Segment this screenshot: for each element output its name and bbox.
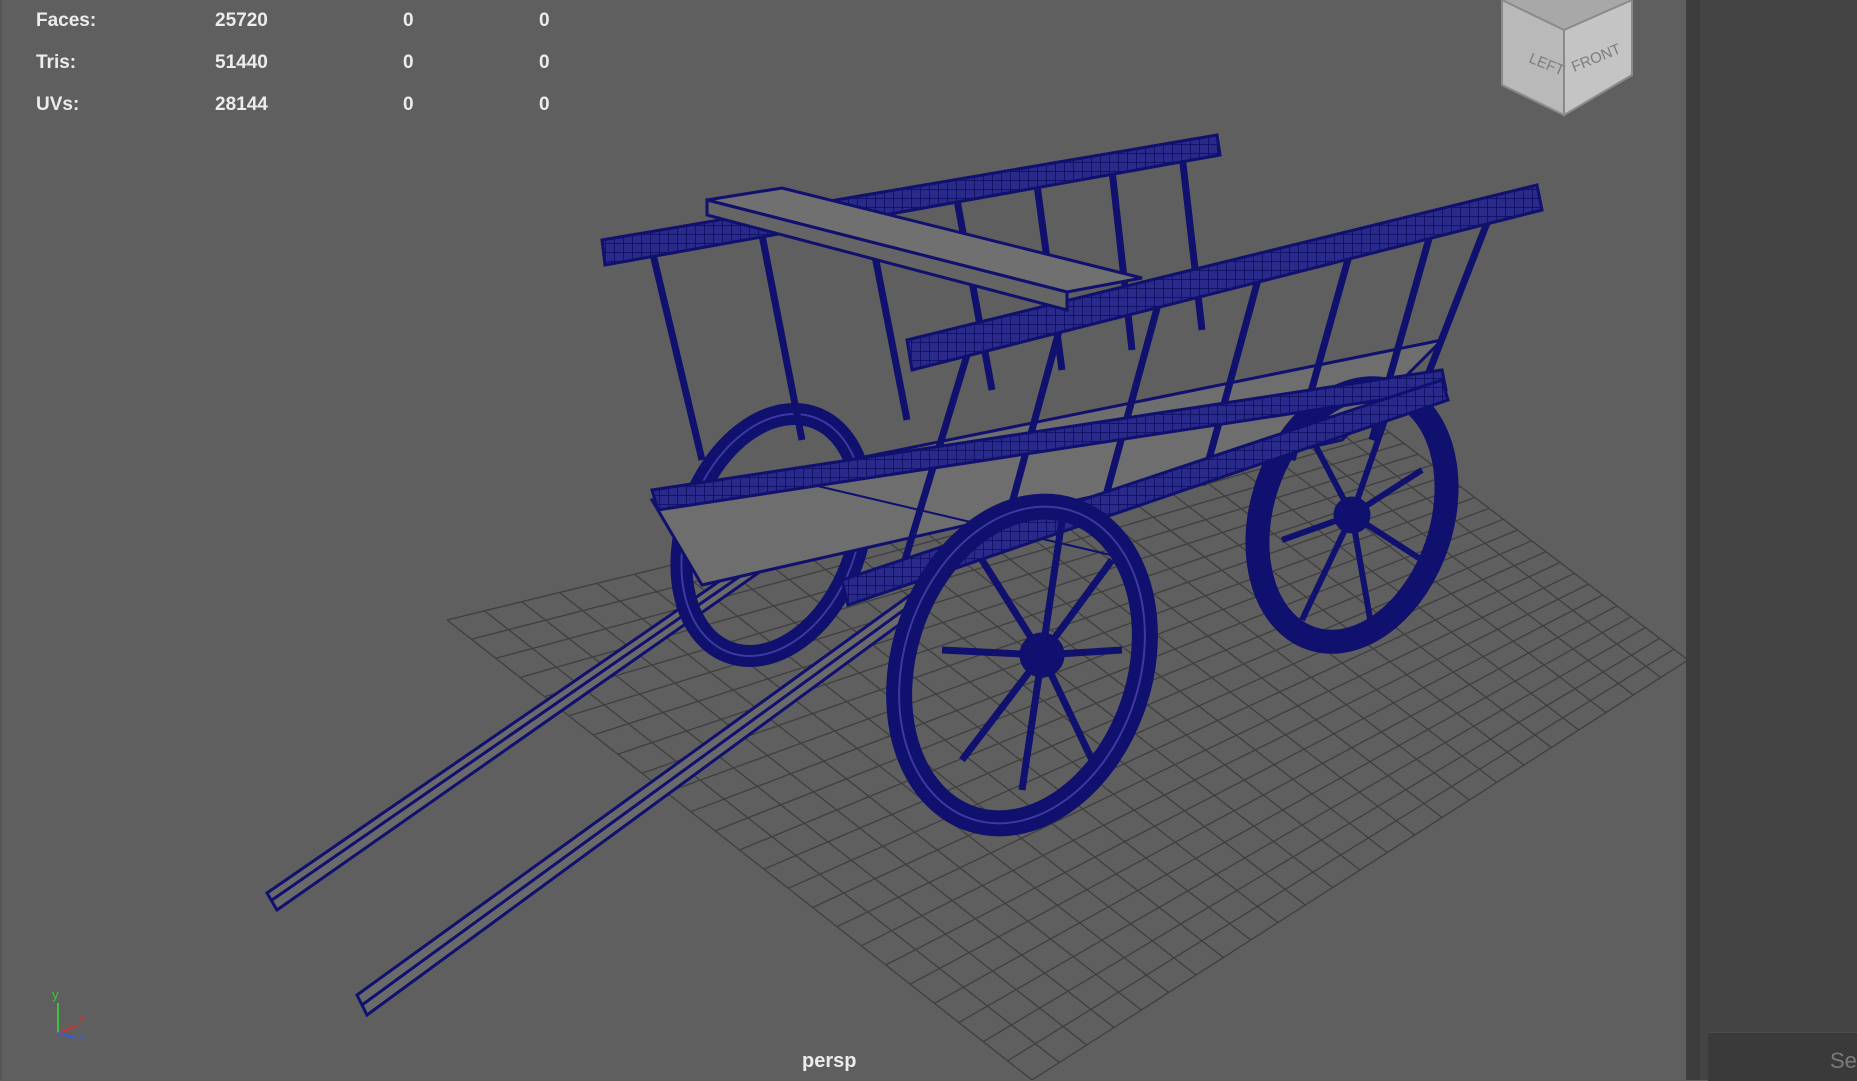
axis-y-label: y — [52, 987, 59, 1002]
hud-value: 28144 — [215, 94, 268, 115]
hud-value: 0 — [403, 10, 414, 31]
panel-divider[interactable] — [1686, 0, 1700, 1080]
hud-label: Faces: — [36, 10, 97, 31]
axis-gizmo-icon: y x z — [52, 987, 84, 1045]
axis-x-label: x — [78, 1011, 84, 1025]
hud-value: 0 — [539, 94, 550, 115]
hud-value: 51440 — [215, 52, 268, 73]
side-panel-search-text: Se — [1830, 1048, 1857, 1073]
hud-value: 25720 — [215, 10, 268, 31]
hud-value: 0 — [539, 10, 550, 31]
hud-value: 0 — [539, 52, 550, 73]
scene-canvas[interactable] — [2, 0, 1688, 1080]
perspective-viewport[interactable]: Faces: 25720 0 0 Tris: 51440 0 0 UVs: 28… — [0, 0, 1688, 1080]
camera-name-label: persp — [802, 1050, 857, 1072]
hud-label: Tris: — [36, 52, 77, 73]
hud-value: 0 — [403, 52, 414, 73]
view-cube-icon[interactable]: LEFT FRONT — [1492, 0, 1642, 125]
axis-z-label: z — [78, 1031, 84, 1045]
side-panel: Se — [1700, 0, 1857, 1081]
hud-value: 0 — [403, 94, 414, 115]
hud-label: UVs: — [36, 94, 80, 115]
